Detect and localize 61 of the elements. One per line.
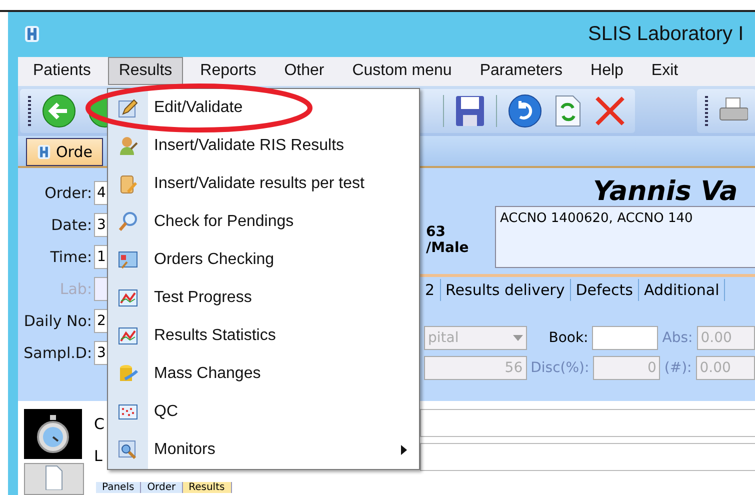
menu-item[interactable]: Insert/Validate results per test: [108, 165, 419, 203]
field-label: Date:: [51, 216, 92, 234]
undo-icon[interactable]: [507, 93, 543, 130]
menu-item[interactable]: QC: [108, 393, 419, 431]
field-label: (#):: [664, 360, 692, 376]
field-label: Lab:: [60, 280, 92, 298]
field-label: Daily No:: [24, 312, 92, 330]
pencil-icon: [117, 97, 139, 119]
field-label: L: [94, 447, 104, 465]
monitor-icon: [117, 439, 139, 461]
field-label: C: [94, 415, 104, 433]
field-label: Order:: [44, 184, 92, 202]
menu-item[interactable]: Custom menu: [341, 57, 463, 86]
field-label: Abs:: [662, 330, 693, 346]
panel-tab[interactable]: Panels: [96, 482, 142, 493]
menu-item[interactable]: Reports: [189, 57, 268, 86]
caret-icon: [512, 334, 523, 341]
menu-item[interactable]: Insert/Validate RIS Results: [108, 127, 419, 165]
magnifier-icon: [117, 211, 139, 233]
refresh-icon[interactable]: [553, 94, 583, 128]
document-icon: [44, 464, 64, 490]
person-icon: [117, 135, 139, 157]
window-title: SLIS Laboratory I: [588, 22, 744, 46]
patient-detail: 63: [426, 224, 446, 240]
menu-item[interactable]: Exit: [640, 57, 690, 86]
menu-item[interactable]: Results: [108, 57, 184, 86]
menu-item[interactable]: Mass Changes: [108, 355, 419, 393]
menu-item[interactable]: Help: [580, 57, 634, 86]
panel-tab[interactable]: Results: [182, 482, 232, 493]
submenu-arrow-icon: [401, 445, 407, 455]
menu-item[interactable]: Orders Checking: [108, 241, 419, 279]
stopwatch-button[interactable]: [24, 409, 82, 459]
document-tab[interactable]: Orde: [26, 138, 104, 166]
menu-item[interactable]: Check for Pendings: [108, 203, 419, 241]
panel-tab[interactable]: Order: [141, 482, 183, 493]
detail-tab[interactable]: Additional: [638, 278, 726, 301]
menu-item[interactable]: Patients: [22, 57, 102, 86]
field-label: Disc(%):: [530, 360, 590, 376]
field-label: Book:: [548, 330, 588, 346]
save-icon[interactable]: [454, 94, 486, 128]
patient-detail: /Male: [426, 240, 470, 256]
menu-item[interactable]: Monitors: [108, 431, 419, 469]
accession-field[interactable]: ACCNO 1400620, ACCNO 140: [495, 206, 755, 268]
detail-tab[interactable]: Defects: [570, 278, 639, 301]
field-label: Time:: [50, 248, 92, 266]
detail-tab[interactable]: Results delivery: [440, 278, 571, 301]
patient-name: Yannis Va: [593, 176, 738, 207]
window-icon: [117, 249, 139, 271]
chart-icon: [117, 325, 139, 347]
app-icon: [24, 25, 40, 44]
menu-item[interactable]: Test Progress: [108, 279, 419, 317]
field-label: Sampl.D:: [24, 344, 92, 362]
input-field[interactable]: [420, 409, 755, 437]
stopwatch-icon: [35, 414, 71, 454]
input-field[interactable]: [420, 443, 755, 471]
menu-item[interactable]: Other: [273, 57, 336, 86]
chart-icon: [117, 287, 139, 309]
menu-item[interactable]: Parameters: [468, 57, 574, 86]
menu-item[interactable]: Results Statistics: [108, 317, 419, 355]
input-field[interactable]: [592, 326, 658, 350]
app-icon: [37, 144, 51, 160]
